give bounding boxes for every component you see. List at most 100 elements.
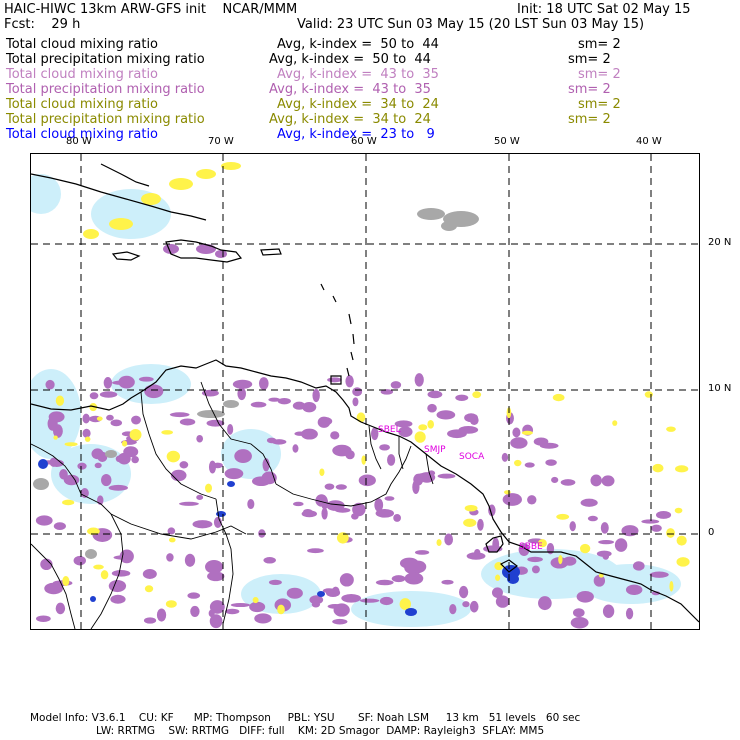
precip-cell — [414, 550, 430, 555]
longitude-label: 80 W — [66, 136, 92, 147]
precip-cell — [387, 454, 396, 466]
precip-cell — [621, 525, 639, 537]
warm-cloud-cell — [579, 543, 591, 554]
precip-cell — [572, 608, 585, 618]
precip-cell — [501, 452, 509, 462]
precip-cell — [538, 596, 552, 611]
station-label: SOCA — [459, 452, 485, 462]
precip-cell — [192, 520, 213, 529]
model-info-line2: LW: RRTMG SW: RRTMG DIFF: full KM: 2D Sm… — [96, 725, 545, 737]
precip-cell — [292, 444, 299, 453]
warm-cloud-cell — [93, 564, 104, 570]
warm-cloud-cell — [55, 395, 65, 406]
precip-cell — [412, 480, 420, 495]
precip-cell — [45, 379, 55, 390]
warm-cloud-cell — [121, 440, 128, 447]
precip-cell — [358, 474, 376, 487]
precip-cell — [247, 499, 255, 510]
precip-cell — [641, 519, 660, 524]
warm-cloud-cell — [414, 431, 426, 443]
precip-cell — [374, 498, 384, 512]
legend-field-name: Total cloud mixing ratio — [6, 97, 159, 112]
legend-smoothing: sm= 2 — [568, 82, 611, 97]
precip-cell — [545, 459, 557, 466]
precip-cell — [391, 575, 406, 583]
warm-cloud-cell — [100, 570, 109, 580]
precip-cell — [546, 543, 555, 555]
ice-cloud-cell — [85, 549, 97, 559]
precip-cell — [300, 428, 318, 440]
precip-cell — [580, 498, 598, 507]
precip-cell — [80, 488, 89, 499]
precip-cell — [466, 552, 486, 560]
precip-cell — [324, 483, 335, 490]
precip-cell — [311, 601, 321, 608]
ice-cloud-cell — [441, 221, 457, 231]
warm-cloud-cell — [196, 169, 216, 179]
precip-cell — [170, 469, 187, 482]
precip-cell — [330, 431, 340, 440]
precip-cell — [570, 616, 589, 629]
station-label: SMJP — [424, 445, 446, 455]
precip-cell — [441, 579, 454, 585]
forecast-hour: Fcst: 29 h — [4, 17, 81, 32]
precip-cell — [469, 600, 479, 613]
precip-cell — [179, 501, 199, 506]
legend-field-name: Total precipitation mixing ratio — [6, 52, 205, 67]
warm-cloud-cell — [436, 539, 442, 546]
precip-cell — [359, 598, 380, 603]
precip-cell — [82, 413, 90, 424]
warm-cloud-cell — [666, 528, 675, 538]
legend-smoothing: sm= 2 — [568, 112, 611, 127]
precip-cell — [649, 571, 669, 578]
precip-cell — [632, 561, 645, 571]
precip-cell — [303, 508, 313, 515]
precip-cell — [576, 590, 594, 603]
warm-cloud-cell — [612, 420, 618, 426]
precip-cell — [404, 572, 424, 585]
precip-cell — [427, 403, 437, 413]
precip-cell — [569, 521, 576, 532]
precip-cell — [410, 560, 427, 573]
precip-cell — [268, 397, 281, 402]
precip-cell — [317, 416, 331, 428]
precip-cell — [510, 437, 528, 449]
ice-cloud-cell — [105, 450, 117, 458]
precip-cell — [142, 569, 157, 579]
warm-cloud-cell — [84, 436, 91, 442]
precip-cell — [335, 484, 347, 490]
precip-cell — [524, 462, 535, 468]
warm-cloud-cell — [666, 426, 676, 432]
latitude-label: 20 N — [708, 237, 732, 248]
precip-cell — [352, 397, 359, 407]
precip-cell — [444, 533, 454, 546]
precip-cell — [196, 434, 204, 443]
precip-cell — [215, 250, 227, 258]
warm-cloud-cell — [669, 580, 674, 592]
precip-cell — [108, 484, 128, 491]
precip-cell — [82, 428, 91, 438]
precip-cell — [101, 473, 112, 487]
precip-cell — [112, 380, 130, 385]
precip-cell — [258, 529, 266, 538]
warm-cloud-cell — [514, 459, 522, 467]
precip-cell — [539, 442, 559, 449]
legend-k-index: Avg, k-index = 50 to 44 — [277, 37, 439, 52]
precip-cell — [138, 376, 154, 382]
precip-cell — [212, 462, 223, 469]
warm-cloud-cell — [675, 465, 689, 473]
precip-cell — [196, 244, 216, 254]
precip-cell — [512, 427, 521, 438]
warm-cloud-cell — [129, 428, 142, 441]
precip-cell — [44, 582, 64, 595]
legend-field-name: Total cloud mixing ratio — [6, 37, 159, 52]
precip-cell — [169, 412, 190, 418]
precip-cell — [462, 601, 470, 608]
map-panel: SBEL SMJP SOCA SBBE — [30, 153, 700, 630]
valid-time: Valid: 23 UTC Sun 03 May 15 (20 LST Sun … — [297, 17, 645, 32]
precip-cell — [600, 522, 609, 534]
warm-cloud-cell — [464, 504, 478, 512]
precip-cell — [384, 496, 395, 501]
warm-cloud-cell — [161, 430, 174, 435]
precip-cell — [352, 387, 363, 397]
